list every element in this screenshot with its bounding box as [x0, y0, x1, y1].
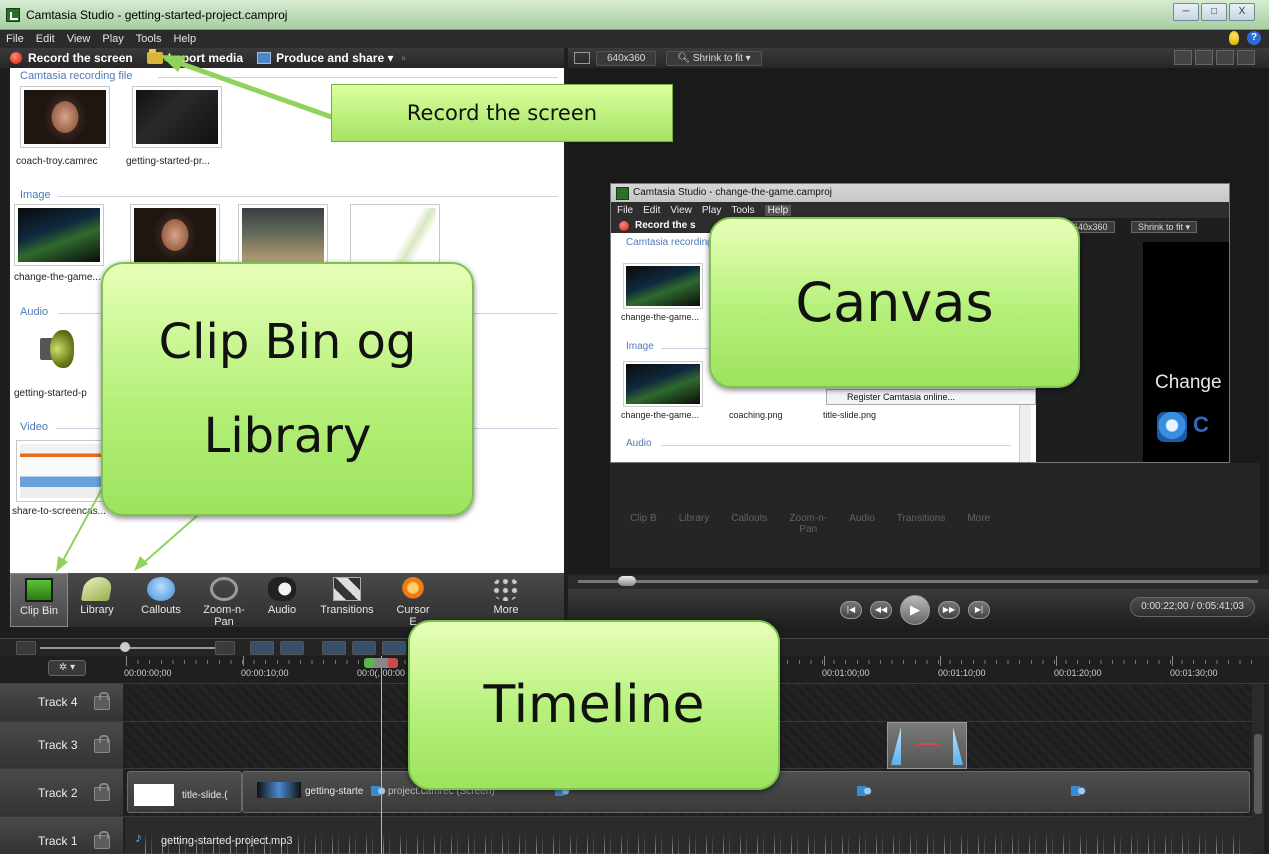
clipbin-library-callout: Clip Bin og Library: [101, 262, 474, 516]
canvas-callout: Canvas: [709, 217, 1080, 388]
callout-line: Library: [203, 408, 372, 464]
arrow-to-record: [164, 55, 341, 123]
record-screen-callout: Record the screen: [331, 84, 673, 142]
timeline-callout: Timeline: [408, 620, 780, 790]
arrowhead: [56, 556, 68, 572]
arrowhead: [134, 556, 148, 571]
callout-line: Clip Bin og: [158, 314, 417, 370]
arrowhead: [160, 55, 186, 72]
